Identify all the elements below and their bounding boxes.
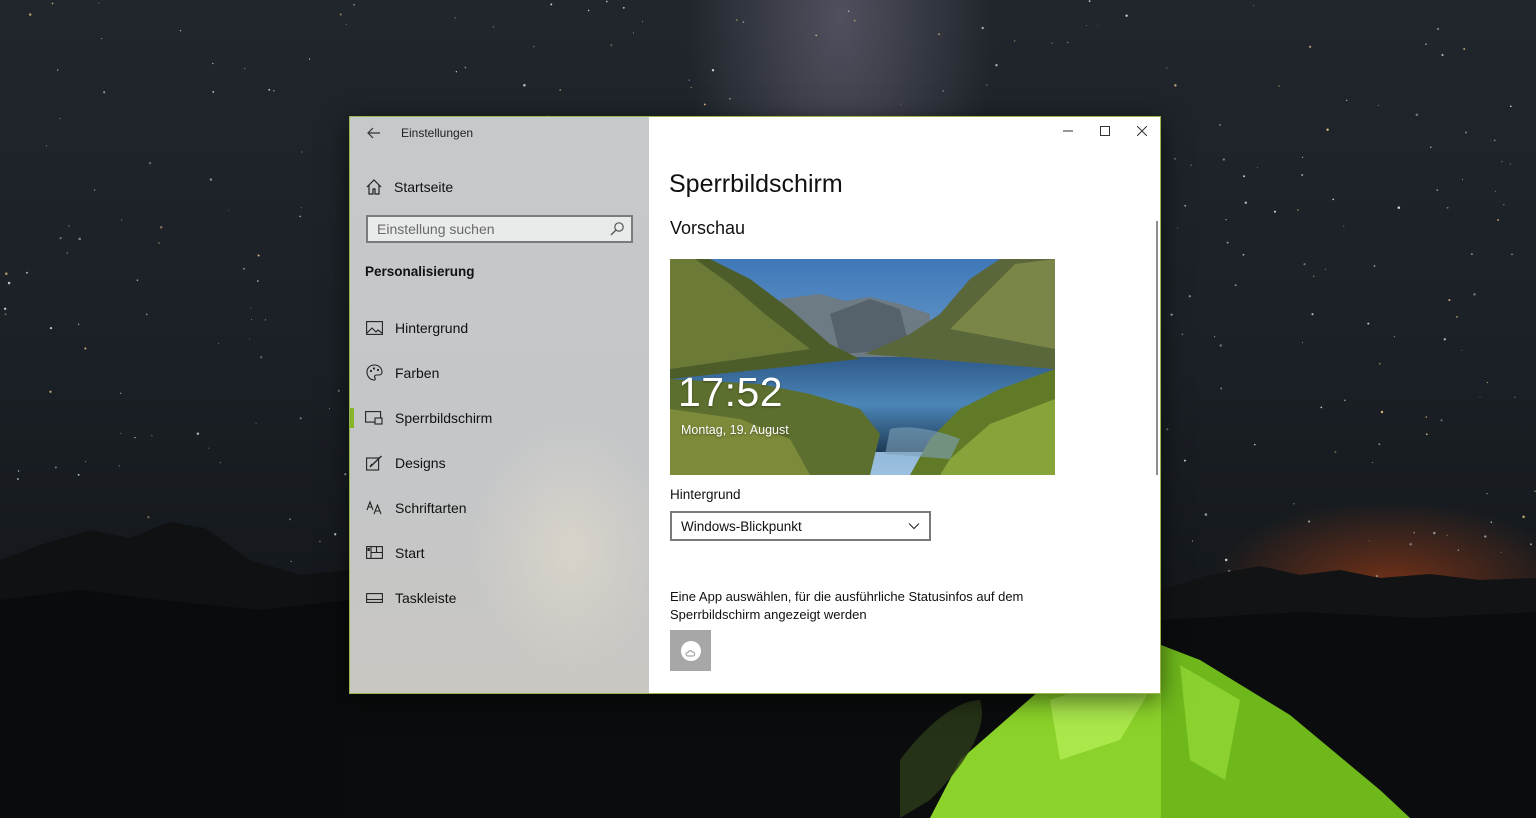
lock-screen-preview: 17:52 Montag, 19. August — [670, 259, 1055, 475]
minimize-button[interactable] — [1049, 117, 1086, 145]
sidebar-item-hintergrund[interactable]: Hintergrund — [350, 305, 648, 350]
maximize-icon — [1099, 126, 1110, 136]
home-icon — [366, 179, 382, 195]
sidebar-item-label: Hintergrund — [395, 319, 469, 336]
sidebar-item-home[interactable]: Startseite — [365, 177, 453, 197]
sidebar-nav: Hintergrund Farben Sperrbildschirm Desig… — [350, 305, 648, 620]
lock-screen-icon — [365, 410, 383, 425]
sidebar-item-label: Farben — [395, 364, 440, 381]
sidebar-item-label: Designs — [395, 454, 446, 471]
sidebar-item-taskleiste[interactable]: Taskleiste — [350, 575, 648, 620]
detailed-status-app-button[interactable] — [670, 630, 711, 671]
search-input[interactable] — [368, 220, 609, 238]
settings-sidebar: Einstellungen Startseite Personalisierun… — [349, 116, 670, 694]
scrollbar[interactable] — [1156, 221, 1158, 475]
start-menu-icon — [365, 546, 383, 559]
preview-clock: 17:52 — [678, 369, 784, 415]
arrow-left-icon — [367, 127, 380, 139]
back-button[interactable] — [362, 123, 386, 147]
settings-main: Sperrbildschirm Vorschau 17:52 Montag, 1… — [649, 116, 1161, 694]
window-controls — [1049, 117, 1160, 145]
detailed-status-description: Eine App auswählen, für die ausführliche… — [670, 589, 1024, 622]
app-title: Einstellungen — [401, 126, 474, 140]
background-label: Hintergrund — [670, 487, 741, 502]
palette-icon — [365, 364, 383, 381]
sidebar-item-farben[interactable]: Farben — [350, 350, 648, 395]
section-title: Personalisierung — [365, 264, 475, 279]
weather-app-icon — [680, 640, 701, 661]
home-label: Startseite — [394, 179, 454, 195]
preview-heading: Vorschau — [670, 218, 746, 238]
close-icon — [1136, 126, 1147, 136]
sidebar-item-label: Start — [395, 544, 425, 561]
sidebar-item-label: Schriftarten — [395, 499, 467, 516]
sidebar-item-start[interactable]: Start — [350, 530, 648, 575]
image-icon — [365, 320, 383, 335]
sidebar-item-sperrbildschirm[interactable]: Sperrbildschirm — [350, 395, 648, 440]
sidebar-item-designs[interactable]: Designs — [350, 440, 648, 485]
brush-icon — [365, 455, 382, 471]
sidebar-item-label: Taskleiste — [395, 589, 457, 606]
search-box[interactable] — [366, 215, 633, 243]
search-icon[interactable] — [609, 221, 625, 237]
sidebar-item-schriftarten[interactable]: Schriftarten — [350, 485, 648, 530]
maximize-button[interactable] — [1086, 117, 1123, 145]
minimize-icon — [1062, 130, 1073, 132]
background-dropdown[interactable]: Windows-Blickpunkt — [670, 511, 931, 541]
settings-window: Einstellungen Startseite Personalisierun… — [349, 116, 1161, 694]
font-icon — [365, 500, 382, 515]
page-title: Sperrbildschirm — [669, 170, 843, 198]
taskbar-icon — [365, 592, 383, 603]
preview-date: Montag, 19. August — [681, 423, 789, 437]
sidebar-item-label: Sperrbildschirm — [395, 409, 493, 426]
close-button[interactable] — [1123, 117, 1160, 145]
background-dropdown-value: Windows-Blickpunkt — [681, 518, 802, 534]
preview-image — [670, 259, 1055, 475]
chevron-down-icon — [908, 523, 920, 530]
